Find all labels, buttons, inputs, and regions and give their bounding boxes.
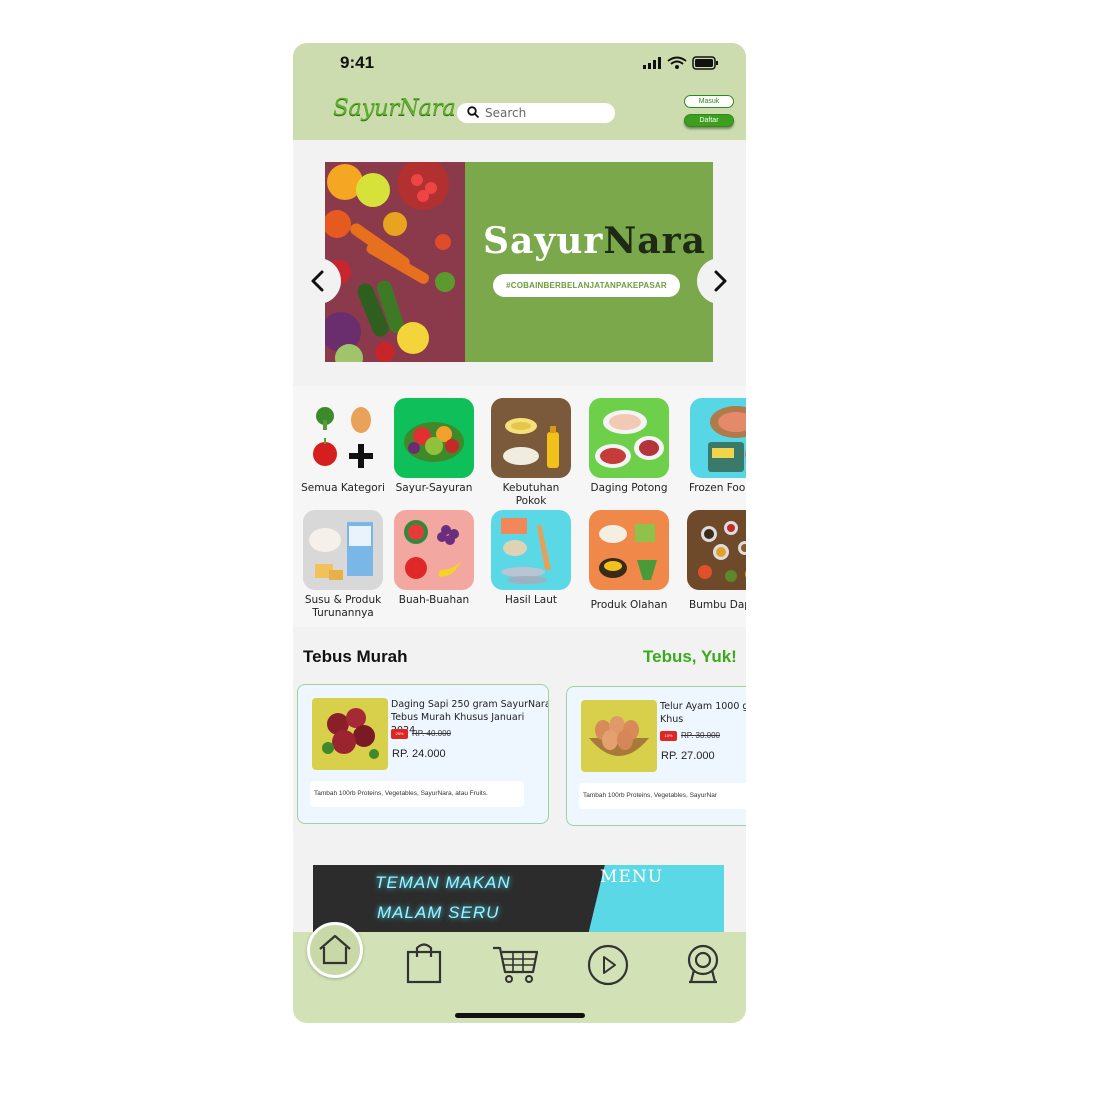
- all-categories-icon: [303, 398, 383, 478]
- search-box[interactable]: [457, 103, 615, 123]
- chevron-right-icon: [714, 270, 727, 292]
- search-icon: [467, 106, 480, 119]
- signal-icon: [643, 56, 718, 70]
- promo-banner[interactable]: TEMAN MAKAN MALAM SERU MENU: [313, 865, 724, 935]
- status-icons: [641, 56, 721, 70]
- beef-image: [312, 698, 388, 770]
- carousel-prev-button[interactable]: [295, 258, 341, 304]
- category-seafood[interactable]: Hasil Laut: [486, 510, 576, 607]
- banner-tagline: #COBAINBERBELANJATANPAKEPASAR: [493, 274, 680, 297]
- nav-profile-button[interactable]: [678, 938, 728, 988]
- category-label: Susu & Produk Turunannya: [304, 594, 382, 619]
- old-price: RP. 30.000: [681, 731, 720, 740]
- category-all[interactable]: Semua Kategori: [298, 398, 388, 495]
- nav-cart-button[interactable]: [491, 938, 541, 988]
- category-label: Buah-Buahan: [398, 594, 470, 606]
- phone-screen: 9:41 SayurNara Masuk Daft: [293, 43, 746, 1023]
- category-label: Frozen Foo: [689, 482, 746, 494]
- deal-price: RP. 24.000: [392, 748, 446, 760]
- deal-name: Telur Ayam 1000 g Tebus Murah Khus: [660, 701, 746, 725]
- eggs-image: [581, 700, 657, 772]
- deal-note: Tambah 100rb Proteins, Vegetables, Sayur…: [310, 781, 524, 807]
- staples-icon: [491, 398, 571, 478]
- category-spices[interactable]: Bumbu Dap: [681, 510, 746, 612]
- deal-card[interactable]: Telur Ayam 1000 g Tebus Murah Khus 10% R…: [566, 686, 746, 826]
- nav-home-button[interactable]: [307, 922, 363, 978]
- discount-badge: 25%: [391, 729, 408, 739]
- deal-price: RP. 27.000: [661, 750, 715, 762]
- category-vegetables[interactable]: Sayur-Sayuran: [389, 398, 479, 495]
- dairy-icon: [303, 510, 383, 590]
- search-input[interactable]: [485, 105, 605, 121]
- banner-title-light: Sayur: [483, 220, 604, 262]
- category-processed[interactable]: Produk Olahan: [584, 510, 674, 612]
- deals-link[interactable]: Tebus, Yuk!: [643, 647, 737, 667]
- vegetables-image: [325, 162, 465, 362]
- header: 9:41 SayurNara Masuk Daft: [293, 43, 746, 140]
- processed-food-icon: [589, 510, 669, 590]
- promo-line-2: MALAM SERU: [377, 903, 500, 922]
- old-price: RP. 40.000: [412, 729, 451, 738]
- home-icon: [319, 934, 351, 965]
- play-icon: [587, 944, 629, 986]
- cart-icon: [493, 946, 539, 983]
- meat-icon: [589, 398, 669, 478]
- status-time: 9:41: [340, 53, 375, 72]
- banner-title: SayurNara: [483, 220, 706, 262]
- shopping-bag-icon: [406, 943, 442, 984]
- deal-note: Tambah 100rb Proteins, Vegetables, Sayur…: [579, 783, 746, 809]
- deals-title: Tebus Murah: [303, 647, 408, 666]
- category-label: Daging Potong: [590, 482, 668, 494]
- bottom-nav: [293, 922, 746, 1023]
- seafood-icon: [491, 510, 571, 590]
- category-dairy[interactable]: Susu & Produk Turunannya: [298, 510, 388, 620]
- register-button[interactable]: Daftar: [684, 114, 734, 127]
- category-label: Kebutuhan Pokok: [502, 482, 560, 507]
- category-grid: Semua Kategori Sayur-Sayuran Kebutuhan P…: [293, 386, 746, 627]
- category-label: Hasil Laut: [504, 594, 558, 606]
- category-fruits[interactable]: Buah-Buahan: [389, 510, 479, 607]
- app-logo[interactable]: SayurNara: [333, 95, 456, 121]
- banner-title-dark: Nara: [603, 220, 706, 262]
- category-label: Sayur-Sayuran: [395, 482, 473, 494]
- spices-icon: [687, 510, 746, 590]
- profile-icon: [687, 944, 719, 984]
- category-meat[interactable]: Daging Potong: [584, 398, 674, 495]
- chevron-left-icon: [311, 270, 324, 292]
- promo-menu-label: MENU: [600, 867, 664, 887]
- carousel-next-button[interactable]: [697, 258, 743, 304]
- banner-carousel: SayurNara #COBAINBERBELANJATANPAKEPASAR: [293, 140, 746, 378]
- frozen-food-icon: [690, 398, 746, 478]
- promo-line-1: TEMAN MAKAN: [375, 873, 511, 892]
- hero-banner[interactable]: SayurNara #COBAINBERBELANJATANPAKEPASAR: [325, 162, 713, 362]
- login-button[interactable]: Masuk: [684, 95, 734, 108]
- home-indicator: [455, 1013, 585, 1018]
- category-staples[interactable]: Kebutuhan Pokok: [486, 398, 576, 508]
- nav-bag-button[interactable]: [399, 938, 449, 988]
- category-label: Produk Olahan: [590, 599, 668, 611]
- category-frozen-food[interactable]: Frozen Foo: [681, 398, 746, 495]
- vegetables-icon: [394, 398, 474, 478]
- category-label: Semua Kategori: [301, 482, 385, 494]
- deal-card[interactable]: Daging Sapi 250 gram SayurNara Tebus Mur…: [297, 684, 549, 824]
- discount-badge: 10%: [660, 731, 677, 741]
- fruits-icon: [394, 510, 474, 590]
- category-label: Bumbu Dap: [689, 599, 746, 611]
- nav-video-button[interactable]: [583, 938, 633, 988]
